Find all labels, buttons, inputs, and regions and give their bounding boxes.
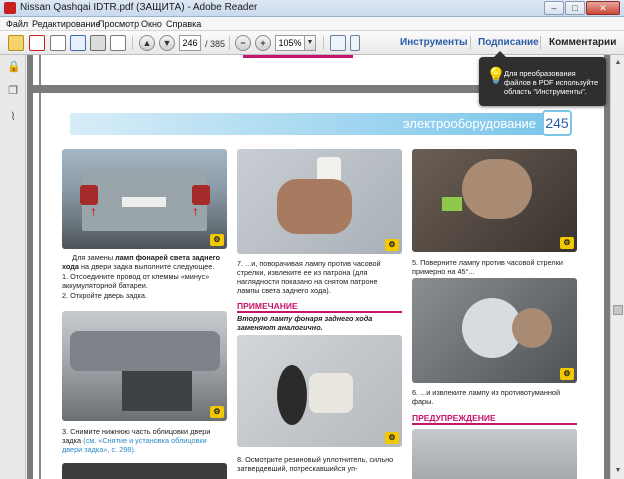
print-icon[interactable] — [90, 35, 106, 51]
vertical-scrollbar[interactable]: ▲ ▼ — [610, 55, 624, 479]
photo-open-tailgate: ⚙ — [62, 311, 227, 421]
tools-pane-link[interactable]: Инструменты — [400, 37, 468, 48]
create-pdf-icon[interactable] — [29, 35, 45, 51]
photo-fog-lamp-turn: ⚙ — [412, 149, 577, 252]
sign-pane-link[interactable]: Подписание — [478, 37, 539, 48]
toolbar-separator — [540, 36, 541, 50]
menu-file[interactable]: Файл — [6, 19, 28, 29]
pdf-page: электрооборудование 245 ↑ ↑ ⚙ Для замены… — [33, 93, 604, 479]
note-text: Вторую лампу фонаря заднего хода заменяю… — [237, 314, 373, 332]
car-badge-icon: ⚙ — [385, 239, 399, 251]
window-controls: – □ ✕ — [543, 1, 620, 15]
adobe-reader-icon — [4, 2, 16, 14]
toolbar: ▲ ▼ 246 / 385 − + 105% ▼ Инструменты Под… — [0, 31, 624, 55]
toolbar-separator — [323, 36, 324, 50]
scroll-thumb[interactable] — [613, 305, 623, 315]
edit-document-icon[interactable] — [50, 35, 66, 51]
photo-fog-lamp-remove: ⚙ — [412, 278, 577, 383]
section-title: электрооборудование — [403, 116, 536, 131]
step-5-text: 5. Поверните лампу против часовой стрелк… — [412, 258, 563, 276]
photo-rubber-seal: ⚙ — [237, 335, 402, 447]
section-header: электрооборудование — [70, 113, 550, 135]
page-number-input[interactable]: 246 — [179, 35, 201, 51]
page-thumbnails-icon[interactable]: ❐ — [7, 85, 19, 97]
zoom-out-icon[interactable]: − — [235, 35, 251, 51]
step-7-text: 7. ...и, поворачивая лампу против часово… — [237, 259, 381, 295]
window-title: Nissan Qashqai IDTR.pdf (ЗАЩИТА) - Adobe… — [20, 2, 258, 13]
zoom-in-icon[interactable]: + — [255, 35, 271, 51]
step-8-text: 8. Осмотрите резиновый уплотнитель, силь… — [237, 455, 394, 473]
tools-tooltip: 💡 Для преобразования файлов в PDF исполь… — [479, 51, 606, 106]
lightbulb-icon: 💡 — [486, 68, 506, 85]
menu-help[interactable]: Справка — [166, 19, 201, 29]
scroll-up-icon[interactable]: ▲ — [612, 57, 624, 69]
maximize-button[interactable]: □ — [565, 1, 585, 15]
note-heading: ПРИМЕЧАНИЕ — [237, 301, 402, 313]
step-3-text: 3. Снимите нижнюю часть облицовки двери … — [62, 427, 211, 454]
document-viewer[interactable]: электрооборудование 245 ↑ ↑ ⚙ Для замены… — [27, 55, 610, 479]
photo-car-rear: ↑ ↑ ⚙ — [62, 149, 227, 249]
next-page-icon[interactable]: ▼ — [159, 35, 175, 51]
save-icon[interactable] — [70, 35, 86, 51]
open-file-icon[interactable] — [8, 35, 24, 51]
car-badge-icon: ⚙ — [560, 368, 574, 380]
car-badge-icon: ⚙ — [210, 406, 224, 418]
zoom-dropdown-icon[interactable]: ▼ — [305, 35, 316, 51]
toolbar-separator — [132, 36, 133, 50]
step-1-text: 1. Отсоедините провод от клеммы «минус» … — [62, 272, 210, 290]
car-badge-icon: ⚙ — [385, 432, 399, 444]
tooltip-text: Для преобразования файлов в PDF использу… — [504, 69, 599, 96]
toolbar-separator — [470, 36, 471, 50]
comments-pane-link[interactable]: Комментарии — [549, 37, 616, 48]
step-2-text: 2. Откройте дверь задка. — [62, 291, 147, 300]
page-total: / 385 — [205, 39, 226, 49]
intro-text: Для замены ламп фонарей света заднего хо… — [62, 253, 221, 271]
scroll-down-icon[interactable]: ▼ — [612, 465, 624, 477]
title-bar: Nissan Qashqai IDTR.pdf (ЗАЩИТА) - Adobe… — [0, 0, 624, 17]
previous-page-icon[interactable]: ▲ — [139, 35, 155, 51]
car-badge-icon: ⚙ — [560, 237, 574, 249]
menu-window[interactable]: Окно — [141, 19, 162, 29]
fit-page-icon[interactable] — [330, 35, 346, 51]
photo-warning — [412, 429, 577, 479]
toolbar-separator — [229, 36, 230, 50]
lock-icon[interactable]: 🔒 — [7, 61, 21, 73]
email-icon[interactable] — [110, 35, 126, 51]
page-view-dropdown-icon[interactable] — [350, 35, 360, 51]
car-badge-icon: ⚙ — [210, 234, 224, 246]
close-button[interactable]: ✕ — [586, 1, 620, 15]
photo-bulb-removal: ⚙ — [237, 149, 402, 254]
step-6-text: 6. ...и извлеките лампу из противотуманн… — [412, 388, 561, 406]
menu-bar: Файл Редактирование Просмотр Окно Справк… — [0, 17, 624, 31]
zoom-input[interactable]: 105% — [275, 35, 305, 51]
warning-heading: ПРЕДУПРЕЖДЕНИЕ — [412, 413, 577, 425]
tooltip-arrow — [494, 51, 506, 57]
page-number-badge: 245 — [542, 110, 572, 136]
menu-edit[interactable]: Редактирование — [32, 19, 101, 29]
photo-next — [62, 463, 227, 479]
navigation-pane: 🔒 ❐ ⌇ — [0, 55, 26, 479]
attachments-icon[interactable]: ⌇ — [7, 111, 19, 123]
minimize-button[interactable]: – — [544, 1, 564, 15]
menu-view[interactable]: Просмотр — [98, 19, 139, 29]
arrow-up-icon: ↑ — [90, 203, 97, 219]
reference-link[interactable]: (см. «Снятие и установка облицовки двери… — [62, 436, 207, 454]
arrow-up-icon: ↑ — [192, 203, 199, 219]
